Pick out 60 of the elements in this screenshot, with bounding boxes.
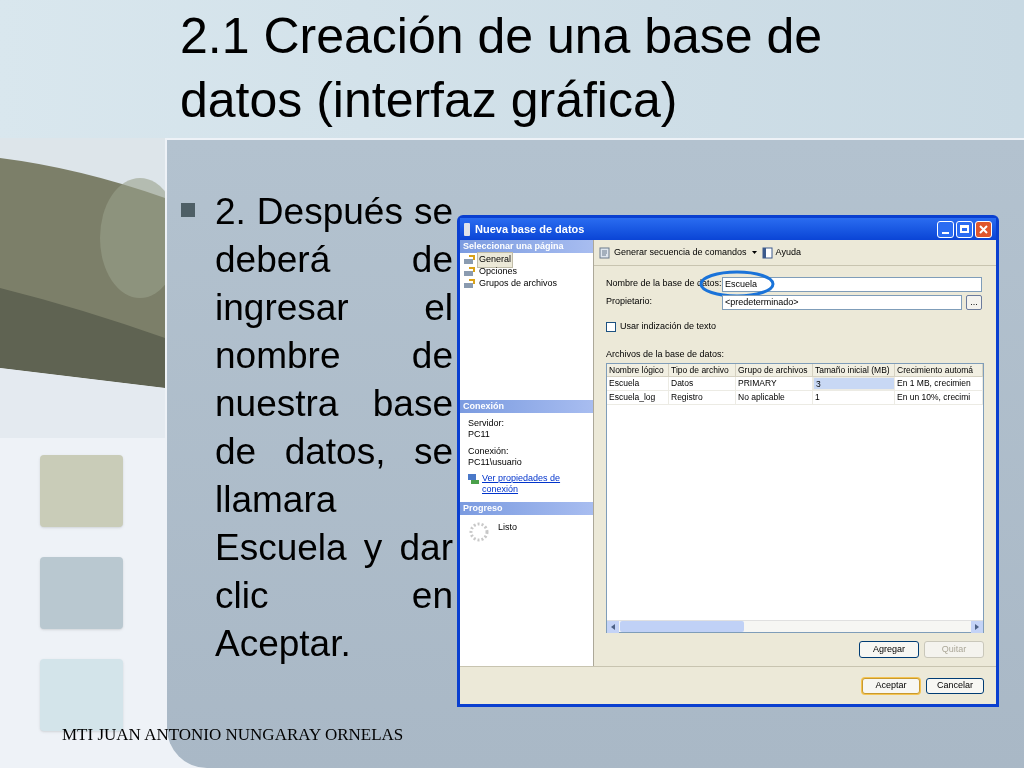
table-cell[interactable]: En 1 MB, crecimien xyxy=(895,377,983,390)
table-cell[interactable]: Registro xyxy=(669,391,736,404)
table-cell[interactable]: Datos xyxy=(669,377,736,390)
checkbox[interactable] xyxy=(606,321,616,332)
window-title: Nueva base de datos xyxy=(475,221,586,237)
table-cell[interactable]: Escuela_log xyxy=(607,391,669,404)
dropdown-arrow-icon xyxy=(751,251,757,254)
progress-status: Listo xyxy=(498,520,517,534)
column-header[interactable]: Grupo de archivos xyxy=(736,364,813,376)
column-header[interactable]: Tamaño inicial (MB) xyxy=(813,364,895,376)
maximize-button[interactable] xyxy=(956,220,973,238)
section-header: Conexión xyxy=(460,399,593,413)
connection-properties-link[interactable]: Ver propiedades de conexión xyxy=(482,472,562,495)
table-cell[interactable]: No aplicable xyxy=(736,391,813,404)
table-cell[interactable]: 3 xyxy=(813,377,895,390)
help-button[interactable]: Ayuda xyxy=(761,245,801,260)
minimize-icon xyxy=(942,232,949,234)
book-icon xyxy=(761,246,773,259)
spinner-icon xyxy=(468,520,490,543)
maximize-icon xyxy=(960,225,969,233)
checkbox-label: Usar indización de texto xyxy=(620,320,717,333)
browse-button[interactable]: ... xyxy=(966,294,982,310)
database-icon xyxy=(464,222,470,236)
text-field[interactable]: Escuela xyxy=(722,276,982,292)
script-button[interactable]: Generar secuencia de comandos xyxy=(599,245,747,260)
table-cell[interactable]: En un 10%, crecimi xyxy=(895,391,983,404)
scroll-left-icon[interactable] xyxy=(607,620,619,633)
text-field[interactable]: <predeterminado> xyxy=(722,294,962,310)
column-header[interactable]: Tipo de archivo xyxy=(669,364,736,376)
section-header: Progreso xyxy=(460,501,593,515)
page-item[interactable]: General xyxy=(477,252,514,268)
scroll-right-icon[interactable] xyxy=(971,620,983,633)
table-cell[interactable]: 1 xyxy=(813,391,895,404)
field-value: PC11 xyxy=(468,428,491,440)
column-header[interactable]: Nombre lógico xyxy=(607,364,669,376)
page-icon xyxy=(464,267,475,277)
slide-title: 2.1 Creación de una base de datos (interfaz gráfica) xyxy=(180,7,824,130)
page-icon xyxy=(464,279,475,289)
column-header[interactable]: Crecimiento automá xyxy=(895,364,983,376)
table-cell[interactable]: Escuela xyxy=(607,377,669,390)
section-header: Seleccionar una página xyxy=(460,240,593,253)
script-icon xyxy=(599,246,611,259)
page-icon xyxy=(464,255,475,265)
bullet-icon xyxy=(181,203,195,217)
cancel-button[interactable]: Cancelar xyxy=(926,677,984,694)
network-icon xyxy=(468,473,479,484)
field-value: PC11\usuario xyxy=(468,456,523,468)
field-label: Servidor: xyxy=(468,417,505,429)
section-label: Archivos de la base de datos: xyxy=(606,347,726,361)
minimize-button[interactable] xyxy=(937,220,954,238)
field-label: Propietario: xyxy=(606,295,654,309)
horizontal-scrollbar[interactable] xyxy=(607,620,983,632)
field-label: Conexión: xyxy=(468,445,510,457)
footer-text: MTI JUAN ANTONIO NUNGARAY ORNELAS xyxy=(62,724,404,746)
close-button[interactable] xyxy=(975,220,992,238)
add-button[interactable]: Agregar xyxy=(859,641,919,658)
scroll-thumb[interactable] xyxy=(620,621,744,632)
accept-button[interactable]: Aceptar xyxy=(862,677,920,694)
bullet-text: 2. Después se deberá de ingresar el nombre de nuestra base de datos, se llamara Escuela y dar clic en Aceptar. xyxy=(215,190,453,666)
close-icon xyxy=(979,224,988,234)
